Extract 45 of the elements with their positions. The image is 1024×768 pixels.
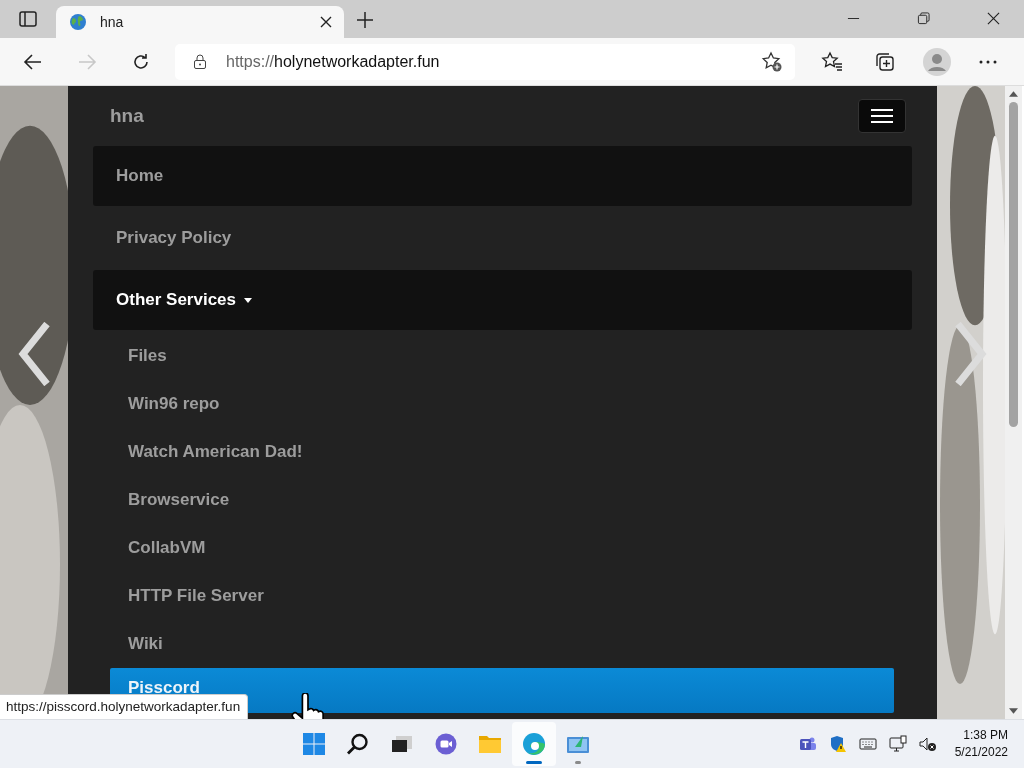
caret-icon bbox=[244, 297, 252, 303]
favorites-icon[interactable] bbox=[821, 50, 843, 73]
new-tab-icon[interactable] bbox=[356, 11, 374, 29]
start-icon bbox=[302, 732, 327, 756]
back-icon[interactable] bbox=[23, 51, 43, 72]
add-favorite-icon[interactable] bbox=[761, 50, 783, 73]
tab-actions-icon[interactable] bbox=[18, 9, 38, 29]
keyboard-icon[interactable] bbox=[856, 735, 879, 753]
scrollbar[interactable] bbox=[1005, 86, 1022, 719]
address-bar[interactable]: https://holynetworkadapter.fun bbox=[175, 43, 795, 80]
dropdown-item[interactable]: CollabVM bbox=[110, 524, 895, 572]
status-url: https://pisscord.holynetworkadapter.fun bbox=[0, 694, 249, 719]
dropdown-item[interactable]: HTTP File Server bbox=[110, 572, 895, 620]
browser-icon bbox=[522, 732, 547, 756]
dropdown-item[interactable]: Watch American Dad! bbox=[110, 428, 895, 476]
globe-icon bbox=[68, 12, 88, 32]
clock-date: 5/21/2022 bbox=[954, 744, 1008, 761]
dropdown-item[interactable]: Wiki bbox=[110, 620, 895, 668]
lock-icon bbox=[193, 53, 207, 70]
browser-tab[interactable]: hna bbox=[56, 6, 344, 38]
dropdown-item[interactable]: Win96 repo bbox=[110, 380, 895, 428]
menu-icon bbox=[871, 108, 893, 124]
nav-item[interactable]: Privacy Policy bbox=[93, 208, 912, 268]
chat-icon bbox=[434, 732, 459, 756]
refresh-icon[interactable] bbox=[131, 51, 151, 72]
clock[interactable]: 1:38 PM 5/21/2022 bbox=[954, 727, 1008, 761]
nav-item[interactable]: Other Services bbox=[93, 270, 912, 330]
restore-icon[interactable] bbox=[917, 12, 930, 25]
dropdown-item[interactable]: Browservice bbox=[110, 476, 895, 524]
scroll-up-icon[interactable] bbox=[1009, 91, 1018, 97]
collections-icon[interactable] bbox=[874, 50, 896, 73]
close-icon[interactable] bbox=[987, 12, 1000, 25]
search-icon bbox=[346, 732, 371, 756]
network-icon[interactable] bbox=[886, 735, 909, 753]
dropdown-item[interactable]: Files bbox=[110, 332, 895, 380]
scroll-down-icon[interactable] bbox=[1009, 708, 1018, 714]
brand-link[interactable]: hna bbox=[110, 105, 144, 127]
url-text: https://holynetworkadapter.fun bbox=[226, 52, 440, 71]
scrollbar-thumb[interactable] bbox=[1009, 102, 1018, 427]
menu-button[interactable] bbox=[858, 99, 906, 133]
volume-muted-icon[interactable] bbox=[916, 735, 939, 753]
nav-item[interactable]: Home bbox=[93, 146, 912, 206]
close-icon[interactable] bbox=[320, 16, 332, 28]
profile-avatar-icon[interactable] bbox=[923, 47, 951, 76]
clock-time: 1:38 PM bbox=[963, 727, 1008, 744]
